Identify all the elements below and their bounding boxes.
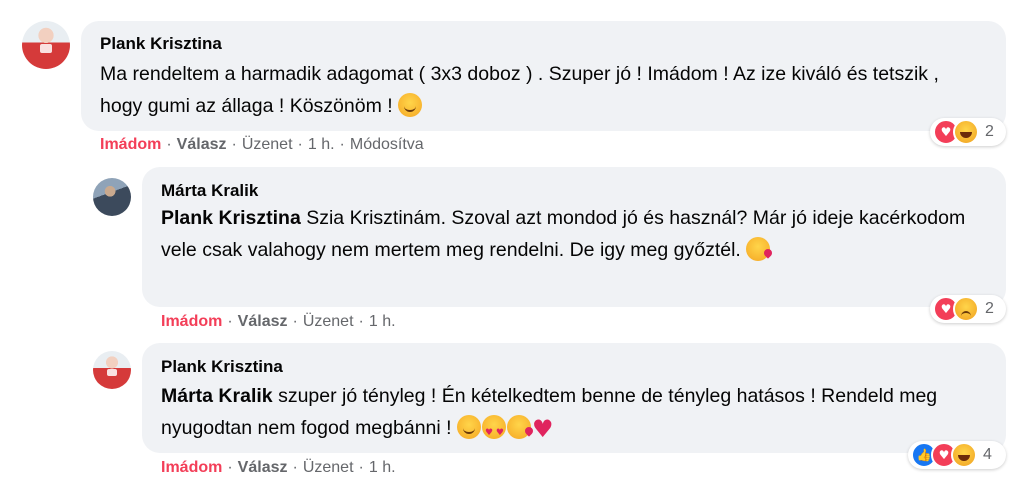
comment-body: Ma rendeltem a harmadik adagomat ( 3x3 d… (100, 63, 939, 117)
edited-label[interactable]: Módosítva (350, 136, 424, 153)
comment-actions: Imádom · Válasz · Üzenet · 1 h. · Módosítva (100, 136, 424, 154)
avatar-marta-kralik[interactable] (93, 178, 131, 216)
separator: · (292, 459, 298, 476)
separator: · (292, 313, 298, 330)
reaction-button[interactable]: Imádom (161, 459, 222, 476)
avatar-plank-krisztina[interactable] (93, 351, 131, 389)
avatar-plank-krisztina[interactable] (22, 21, 70, 69)
reaction-button[interactable]: Imádom (100, 136, 161, 153)
message-link[interactable]: Üzenet (303, 459, 354, 476)
heart-eyes-icon (481, 415, 506, 449)
comment-author[interactable]: Plank Krisztina (100, 34, 222, 54)
separator: · (297, 136, 303, 153)
reply-button[interactable]: Válasz (177, 136, 227, 153)
reaction-summary[interactable]: ♥ 2 (930, 295, 1006, 323)
message-link[interactable]: Üzenet (303, 313, 354, 330)
comment-text: Ma rendeltem a harmadik adagomat ( 3x3 d… (100, 58, 980, 122)
smiling-face-icon (456, 415, 481, 439)
sad-reaction-icon (953, 296, 979, 322)
separator: · (231, 136, 237, 153)
reaction-button[interactable]: Imádom (161, 313, 222, 330)
mention-link[interactable]: Plank Krisztina (161, 207, 301, 229)
separator: · (358, 313, 364, 330)
haha-reaction-icon (953, 119, 979, 145)
mention-link[interactable]: Márta Kralik (161, 385, 273, 407)
reaction-count: 4 (983, 446, 992, 463)
reaction-summary[interactable]: 👍 ♥ 4 (908, 441, 1006, 469)
smiling-face-icon (398, 93, 423, 117)
comment-actions: Imádom · Válasz · Üzenet · 1 h. (161, 459, 396, 477)
timestamp[interactable]: 1 h. (308, 136, 335, 153)
reaction-count: 2 (985, 123, 994, 140)
comment-text: Márta Kralik szuper jó tényleg ! Én kéte… (161, 380, 991, 449)
message-link[interactable]: Üzenet (242, 136, 293, 153)
timestamp[interactable]: 1 h. (369, 313, 396, 330)
red-heart-icon: ♥ (531, 415, 554, 443)
comment-text: Plank Krisztina Szia Krisztinám. Szoval … (161, 202, 981, 266)
comment-actions: Imádom · Válasz · Üzenet · 1 h. (161, 313, 396, 331)
reply-button[interactable]: Válasz (238, 459, 288, 476)
reply-button[interactable]: Válasz (238, 313, 288, 330)
timestamp[interactable]: 1 h. (369, 459, 396, 476)
separator: · (339, 136, 345, 153)
face-blowing-kiss-icon (746, 237, 771, 261)
separator: · (227, 459, 233, 476)
haha-reaction-icon (951, 442, 977, 468)
comment-author[interactable]: Márta Kralik (161, 181, 258, 201)
reaction-count: 2 (985, 300, 994, 317)
face-blowing-kiss-icon (506, 415, 531, 439)
separator: · (358, 459, 364, 476)
comment-author[interactable]: Plank Krisztina (161, 357, 283, 377)
separator: · (227, 313, 233, 330)
separator: · (166, 136, 172, 153)
reaction-summary[interactable]: ♥ 2 (930, 118, 1006, 146)
